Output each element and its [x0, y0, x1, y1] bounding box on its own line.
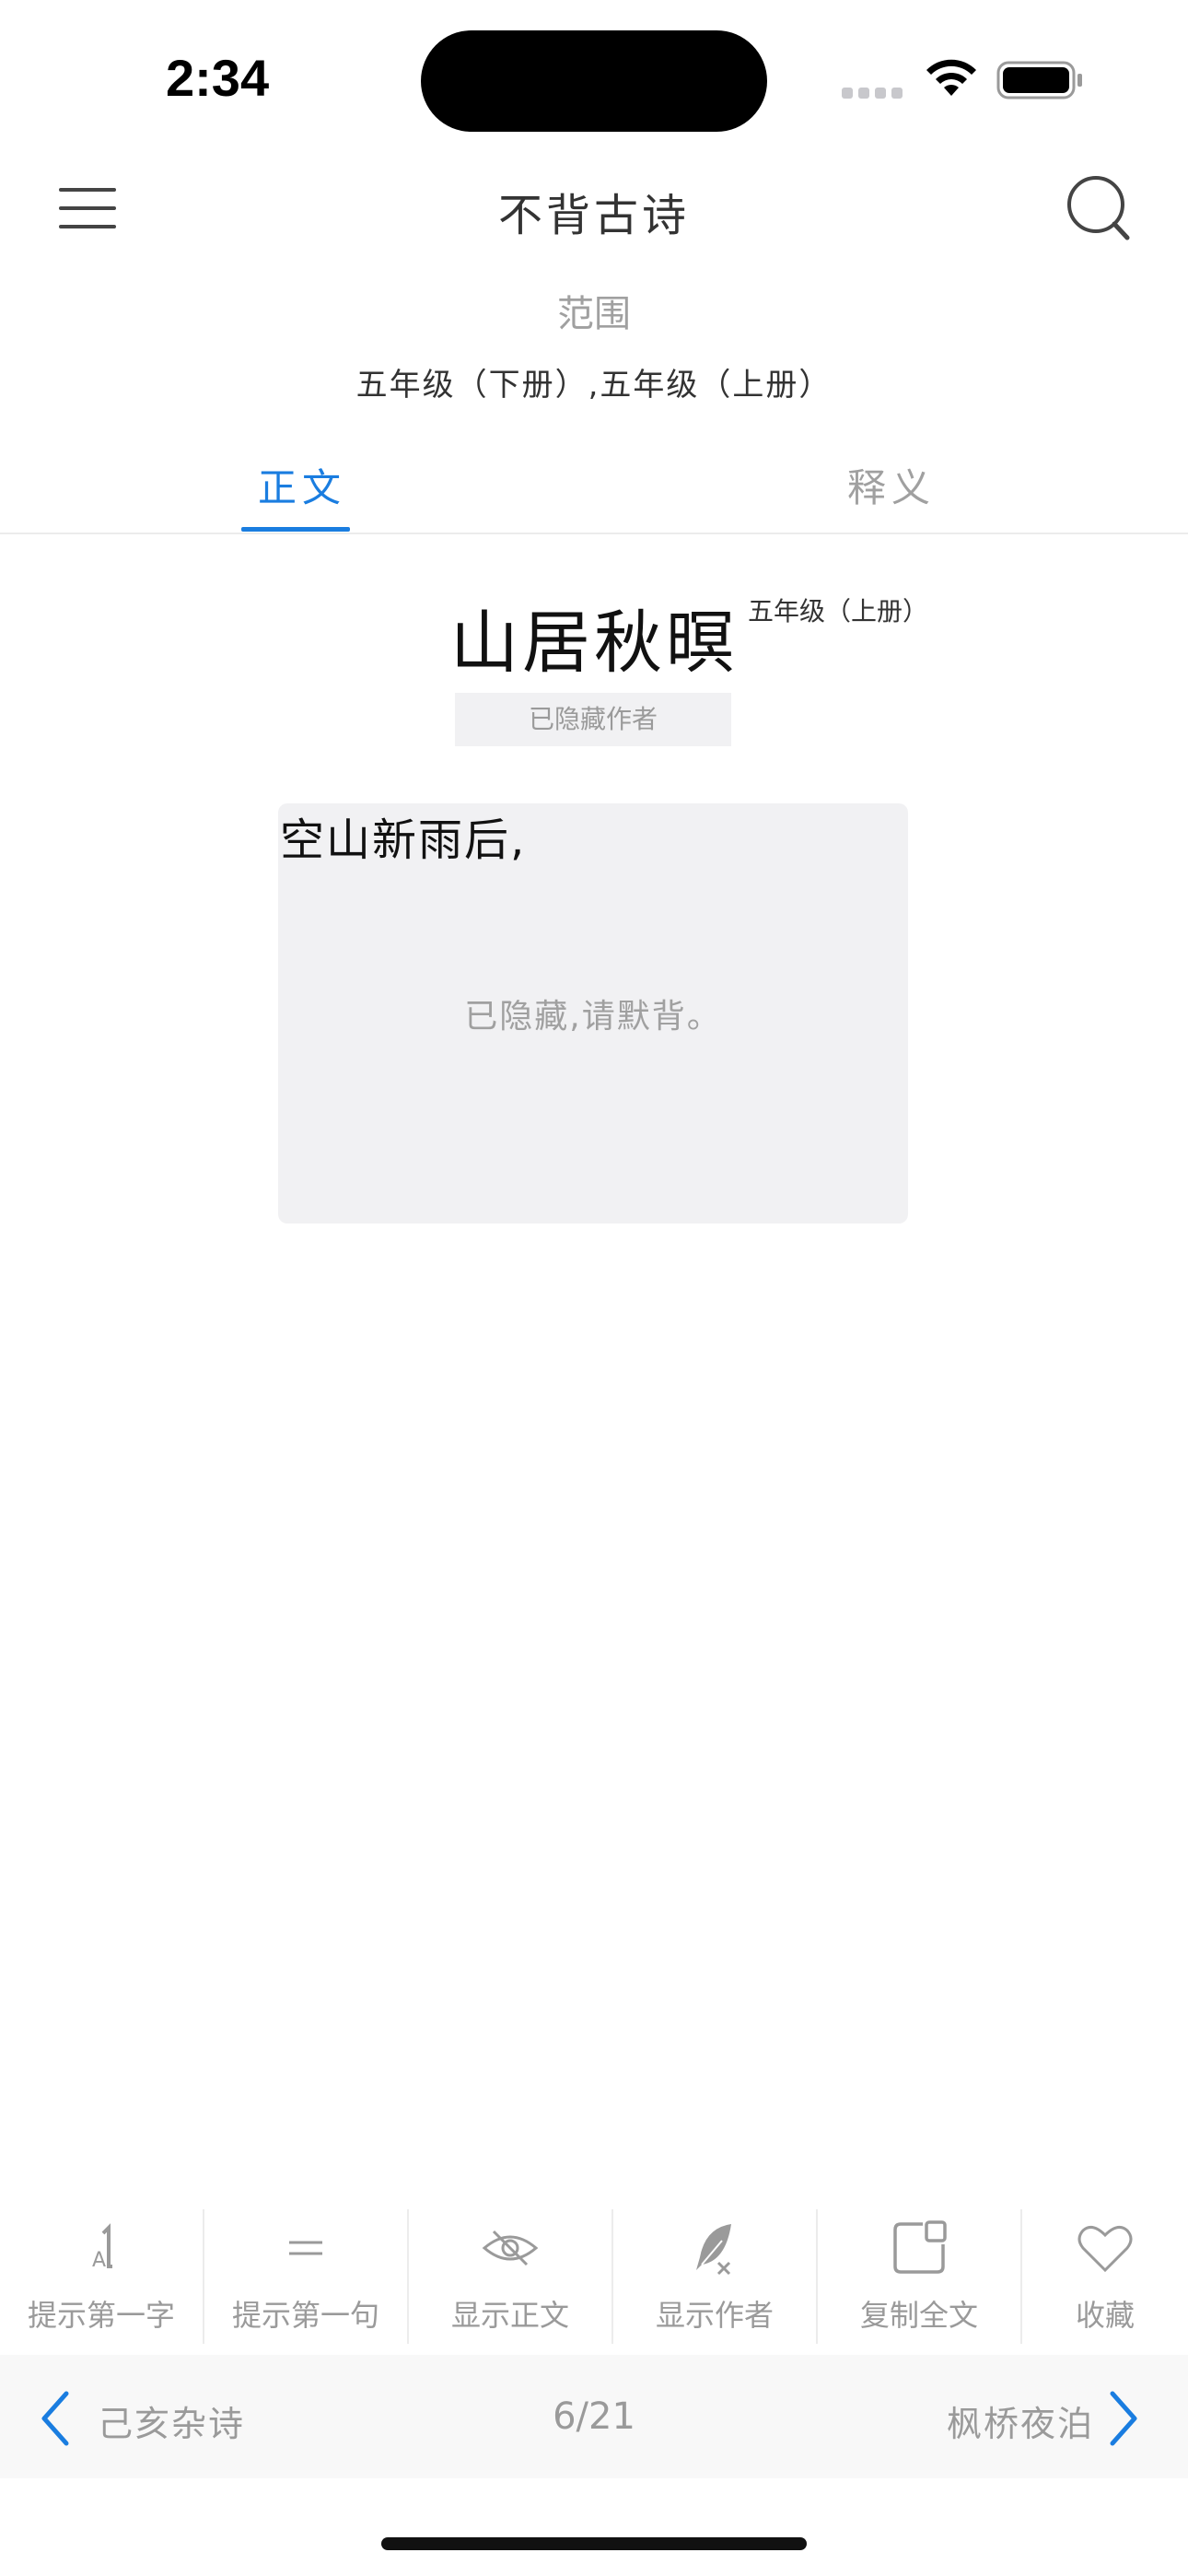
- dynamic-island: [421, 30, 767, 132]
- hint-first-line-label: 提示第一句: [231, 2298, 379, 2333]
- hidden-author[interactable]: 已隐藏作者: [455, 693, 731, 746]
- scope-value[interactable]: 五年级（下册）,五年级（上册）: [0, 359, 1188, 404]
- hint-first-line-button[interactable]: 提示第一句: [204, 2204, 407, 2348]
- first-char-hint-icon: A: [92, 2223, 112, 2272]
- show-text-label: 显示正文: [450, 2298, 569, 2333]
- favorite-label: 收藏: [1075, 2298, 1135, 2333]
- eye-off-icon: [482, 2230, 539, 2266]
- hint-first-char-label: 提示第一字: [27, 2298, 175, 2333]
- tab-explanation[interactable]: 释义: [847, 457, 936, 513]
- battery-icon: [996, 61, 1082, 100]
- active-tab-indicator: [241, 527, 350, 532]
- show-author-button[interactable]: 显示作者: [613, 2204, 816, 2348]
- scope-label: 范围: [557, 293, 631, 335]
- wifi-icon: [926, 59, 976, 96]
- chevron-right-icon: [1110, 2391, 1137, 2446]
- copy-all-label: 复制全文: [859, 2298, 978, 2333]
- tab-main-text[interactable]: 正文: [258, 457, 346, 513]
- heart-icon: [1077, 2225, 1133, 2273]
- poem-grade-badge: 五年级（上册）: [748, 596, 929, 626]
- svg-text:A: A: [92, 2249, 106, 2272]
- search-icon: [1067, 176, 1130, 240]
- favorite-button[interactable]: 收藏: [1022, 2204, 1188, 2348]
- status-time: 2:34: [166, 49, 270, 107]
- bottom-toolbar: A 提示第一字 提示第一句 显示正文 显示作者 复制全文 收藏: [0, 2204, 1188, 2351]
- show-text-button[interactable]: 显示正文: [409, 2204, 611, 2348]
- feather-off-icon: [696, 2224, 731, 2276]
- next-poem-title: 枫桥夜泊: [947, 2404, 1095, 2444]
- show-author-label: 显示作者: [655, 2298, 774, 2333]
- cellular-signal-icon: [842, 88, 903, 99]
- poem-first-line: 空山新雨后,: [280, 814, 527, 866]
- copy-all-button[interactable]: 复制全文: [818, 2204, 1020, 2348]
- page-title: 不背古诗: [497, 190, 690, 241]
- hint-first-char-button[interactable]: A 提示第一字: [0, 2204, 203, 2348]
- home-indicator[interactable]: [381, 2537, 807, 2550]
- copy-icon: [893, 2220, 947, 2274]
- tab-divider: [0, 533, 1188, 534]
- next-poem-button[interactable]: 枫桥夜泊: [943, 2388, 1155, 2449]
- first-line-hint-icon: [289, 2241, 322, 2255]
- hidden-message: 已隐藏,请默背。: [464, 998, 722, 1036]
- poem-title: 山居秋暝: [450, 603, 738, 683]
- search-button[interactable]: [1065, 171, 1133, 243]
